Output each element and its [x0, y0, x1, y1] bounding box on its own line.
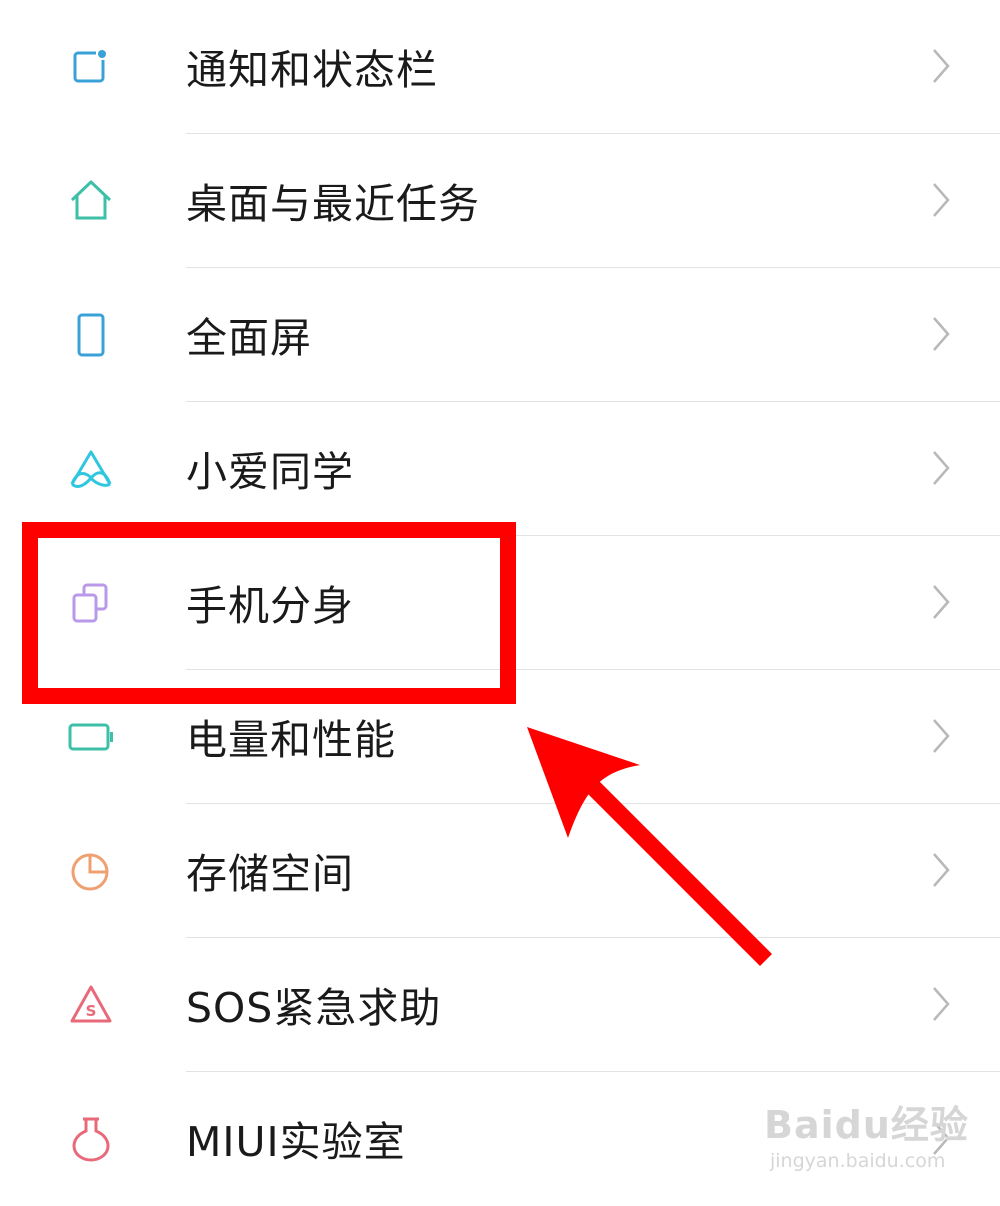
chevron-right-icon	[928, 984, 954, 1024]
settings-item-sos[interactable]: S SOS紧急求助	[0, 938, 1000, 1072]
chevron-right-icon	[928, 850, 954, 890]
storage-pie-icon	[66, 846, 116, 896]
settings-item-label: 手机分身	[186, 582, 354, 630]
chevron-right-icon	[928, 448, 954, 488]
second-space-icon	[66, 578, 116, 628]
svg-text:S: S	[86, 1002, 97, 1020]
settings-item-label: SOS紧急求助	[186, 984, 442, 1032]
settings-item-label: 小爱同学	[186, 448, 354, 496]
sos-icon: S	[66, 980, 116, 1030]
xiaoai-icon	[66, 444, 116, 494]
notification-icon	[66, 42, 116, 92]
chevron-right-icon	[928, 582, 954, 622]
chevron-right-icon	[928, 46, 954, 86]
settings-item-storage[interactable]: 存储空间	[0, 804, 1000, 938]
chevron-right-icon	[928, 716, 954, 756]
settings-item-label: 电量和性能	[186, 716, 396, 764]
settings-item-home[interactable]: 桌面与最近任务	[0, 134, 1000, 268]
settings-item-label: 桌面与最近任务	[186, 180, 480, 228]
settings-item-label: 存储空间	[186, 850, 354, 898]
chevron-right-icon	[928, 180, 954, 220]
settings-item-fullscreen[interactable]: 全面屏	[0, 268, 1000, 402]
settings-item-label: 通知和状态栏	[186, 46, 438, 94]
chevron-right-icon	[928, 1118, 954, 1158]
lab-flask-icon	[66, 1114, 116, 1164]
settings-item-label: MIUI实验室	[186, 1118, 406, 1166]
settings-item-label: 全面屏	[186, 314, 312, 362]
settings-item-battery[interactable]: 电量和性能	[0, 670, 1000, 804]
settings-item-notification[interactable]: 通知和状态栏	[0, 0, 1000, 134]
chevron-right-icon	[928, 314, 954, 354]
phone-screen-icon	[66, 310, 116, 360]
settings-item-miui-lab[interactable]: MIUI实验室	[0, 1072, 1000, 1206]
settings-item-second-space[interactable]: 手机分身	[0, 536, 1000, 670]
settings-item-xiaoai[interactable]: 小爱同学	[0, 402, 1000, 536]
battery-icon	[66, 712, 116, 762]
home-icon	[66, 176, 116, 226]
